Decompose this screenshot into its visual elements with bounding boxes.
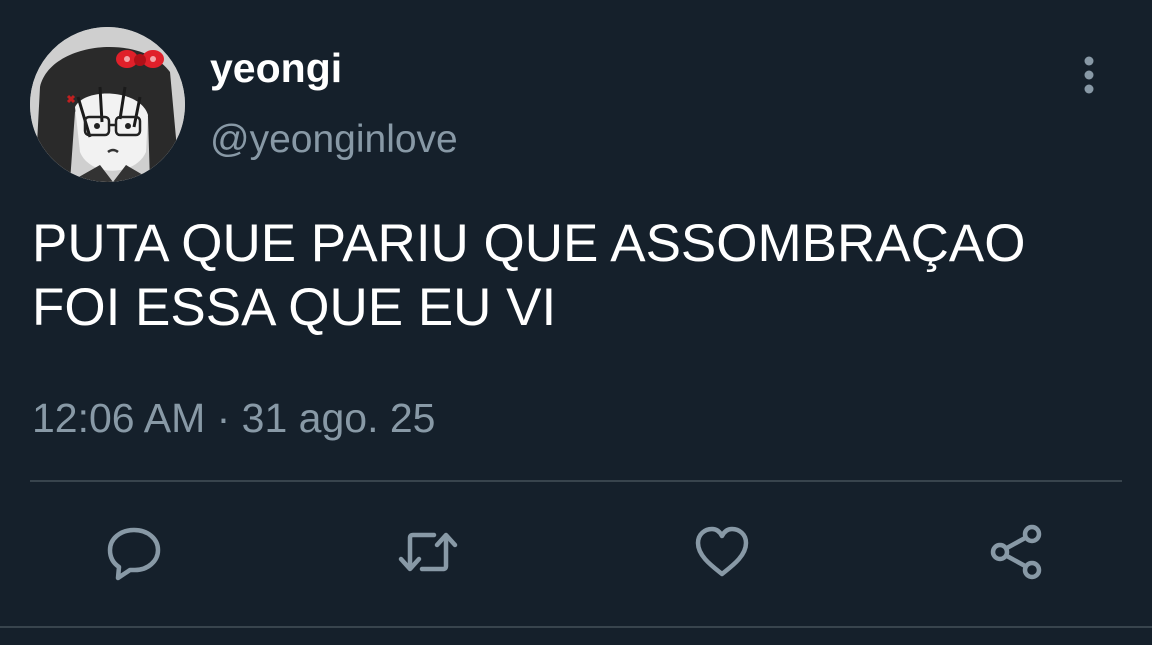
tweet-timestamp[interactable]: 12:06 AM · 31 ago. 25 <box>32 392 435 444</box>
tweet-card: yeongi @yeonginlove PUTA QUE PARIU QUE A… <box>0 0 1152 645</box>
retweet-arrows-icon <box>398 532 458 572</box>
divider-bottom <box>0 626 1152 628</box>
share-button[interactable] <box>984 520 1048 584</box>
retweet-button[interactable] <box>396 520 460 584</box>
divider <box>30 480 1122 482</box>
tweet-text: PUTA QUE PARIU QUE ASSOMBRAÇAO FOI ESSA … <box>32 214 1026 337</box>
vertical-dots-icon <box>1084 56 1094 94</box>
avatar[interactable] <box>30 27 185 182</box>
like-button[interactable] <box>690 520 754 584</box>
avatar-image <box>30 27 185 182</box>
speech-bubble-icon <box>107 527 161 581</box>
share-nodes-icon <box>990 524 1042 580</box>
reply-button[interactable] <box>102 520 166 584</box>
more-options-button[interactable] <box>1068 50 1110 100</box>
user-handle[interactable]: @yeonginlove <box>210 116 458 164</box>
display-name[interactable]: yeongi <box>210 44 342 92</box>
heart-icon <box>695 526 749 577</box>
